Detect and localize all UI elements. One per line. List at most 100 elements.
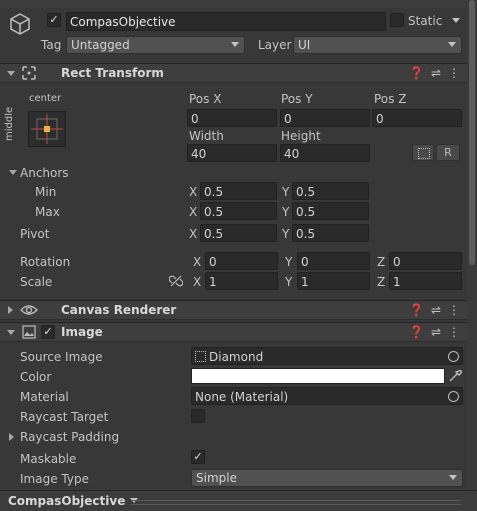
anchor-max-label: Max (35, 205, 60, 219)
rotation-z-field[interactable]: 0 (389, 252, 462, 270)
anchor-preset-top-label: center (29, 93, 62, 104)
sprite-icon (195, 351, 206, 362)
pos-y-label: Pos Y (281, 92, 313, 106)
scale-z-label: Z (377, 275, 386, 289)
static-dropdown-icon[interactable] (452, 18, 460, 23)
raw-edit-button[interactable]: R (436, 144, 460, 161)
height-field[interactable]: 40 (280, 144, 370, 162)
anchors-label: Anchors (20, 166, 69, 180)
scale-x-label: X (193, 275, 202, 289)
footer-label: CompasObjective (8, 494, 126, 508)
anchor-max-x-label: X (189, 205, 198, 219)
pivot-x-label: X (189, 227, 198, 241)
scale-x-field[interactable]: 1 (205, 272, 278, 290)
presets-icon[interactable]: ⇌ (431, 325, 441, 339)
constrain-proportions-icon[interactable] (168, 274, 184, 291)
rect-transform-header[interactable]: Rect Transform ❓ ⇌ ⋮ (0, 63, 468, 83)
scale-z-field[interactable]: 1 (389, 272, 462, 290)
scale-y-field[interactable]: 1 (297, 272, 370, 290)
raycast-target-checkbox[interactable] (191, 409, 205, 423)
tag-label: Tag (41, 38, 62, 52)
layer-dropdown[interactable]: UI (293, 36, 462, 54)
rotation-y-label: Y (285, 255, 293, 269)
anchor-presets-button[interactable] (28, 111, 66, 147)
maskable-checkbox[interactable]: ✓ (191, 450, 205, 464)
tag-dropdown[interactable]: Untagged (66, 36, 245, 54)
pos-x-label: Pos X (189, 92, 222, 106)
object-picker-icon[interactable] (448, 391, 459, 402)
rect-transform-icon (22, 66, 36, 83)
anchor-preset-side-label: middle (4, 106, 15, 141)
material-field[interactable]: None (Material) (191, 387, 463, 405)
eye-icon (20, 303, 38, 320)
raycast-padding-label: Raycast Padding (20, 430, 120, 444)
more-options-icon[interactable]: ⋮ (448, 303, 460, 317)
source-image-field[interactable]: Diamond (191, 347, 463, 365)
pivot-y-field[interactable]: 0.5 (292, 224, 369, 242)
gameobject-icon (9, 12, 31, 39)
raycast-padding-fold-icon[interactable] (9, 433, 14, 441)
image-enabled-checkbox[interactable]: ✓ (41, 325, 55, 339)
more-options-icon[interactable]: ⋮ (448, 325, 460, 339)
chevron-down-icon (448, 42, 456, 47)
static-checkbox[interactable] (390, 13, 404, 27)
scale-y-label: Y (285, 275, 293, 289)
image-type-value: Simple (196, 471, 237, 485)
canvas-renderer-header[interactable]: Canvas Renderer ❓ ⇌ ⋮ (0, 300, 468, 320)
chevron-down-icon (231, 42, 239, 47)
material-label: Material (20, 390, 69, 404)
rotation-x-label: X (193, 255, 202, 269)
source-image-label: Source Image (20, 350, 103, 364)
dotted-square-icon (418, 148, 430, 159)
pos-z-field[interactable]: 0 (372, 109, 462, 127)
fold-down-icon[interactable] (7, 71, 15, 76)
layer-label: Layer (258, 38, 292, 52)
chevron-down-icon (449, 475, 457, 480)
fold-down-icon[interactable] (7, 330, 15, 335)
footer-bar: CompasObjective (0, 490, 477, 511)
anchor-min-x-field[interactable]: 0.5 (200, 182, 277, 200)
layer-value: UI (298, 38, 311, 52)
active-checkbox[interactable]: ✓ (47, 13, 61, 27)
pos-y-field[interactable]: 0 (280, 109, 370, 127)
anchor-min-y-field[interactable]: 0.5 (292, 182, 369, 200)
object-name-field[interactable]: CompasObjective (66, 12, 386, 31)
rect-transform-title: Rect Transform (61, 66, 164, 80)
anchor-max-y-field[interactable]: 0.5 (292, 202, 369, 220)
canvas-renderer-title: Canvas Renderer (61, 303, 177, 317)
anchor-max-y-label: Y (282, 205, 290, 219)
rotation-y-field[interactable]: 0 (297, 252, 370, 270)
material-value: None (Material) (195, 390, 289, 404)
width-field[interactable]: 40 (187, 144, 277, 162)
object-picker-icon[interactable] (448, 351, 459, 362)
image-component-icon (22, 325, 36, 342)
image-type-dropdown[interactable]: Simple (191, 469, 463, 487)
presets-icon[interactable]: ⇌ (431, 303, 441, 317)
image-type-label: Image Type (20, 472, 89, 486)
image-header[interactable]: ✓ Image ❓ ⇌ ⋮ (0, 322, 468, 342)
rotation-x-field[interactable]: 0 (205, 252, 278, 270)
help-icon[interactable]: ❓ (409, 66, 424, 80)
anchors-fold-icon[interactable] (9, 170, 17, 175)
help-icon[interactable]: ❓ (409, 325, 424, 339)
scrollbar-thumb[interactable] (469, 0, 475, 265)
anchor-max-x-field[interactable]: 0.5 (200, 202, 277, 220)
pivot-x-field[interactable]: 0.5 (200, 224, 277, 242)
more-options-icon[interactable]: ⋮ (448, 66, 460, 80)
blueprint-mode-button[interactable] (412, 144, 434, 161)
color-label: Color (20, 370, 52, 384)
fold-right-icon[interactable] (8, 306, 13, 314)
top-strip (0, 0, 477, 8)
eyedropper-icon[interactable] (447, 368, 463, 384)
pos-x-field[interactable]: 0 (187, 109, 277, 127)
image-title: Image (61, 325, 103, 339)
presets-icon[interactable]: ⇌ (431, 66, 441, 80)
source-image-value: Diamond (209, 350, 264, 364)
color-swatch[interactable] (191, 368, 445, 384)
help-icon[interactable]: ❓ (409, 303, 424, 317)
rotation-z-label: Z (377, 255, 386, 269)
width-label: Width (189, 129, 224, 143)
footer-object-dropdown[interactable]: CompasObjective (8, 494, 138, 508)
pivot-label: Pivot (20, 227, 50, 241)
pos-z-label: Pos Z (374, 92, 407, 106)
